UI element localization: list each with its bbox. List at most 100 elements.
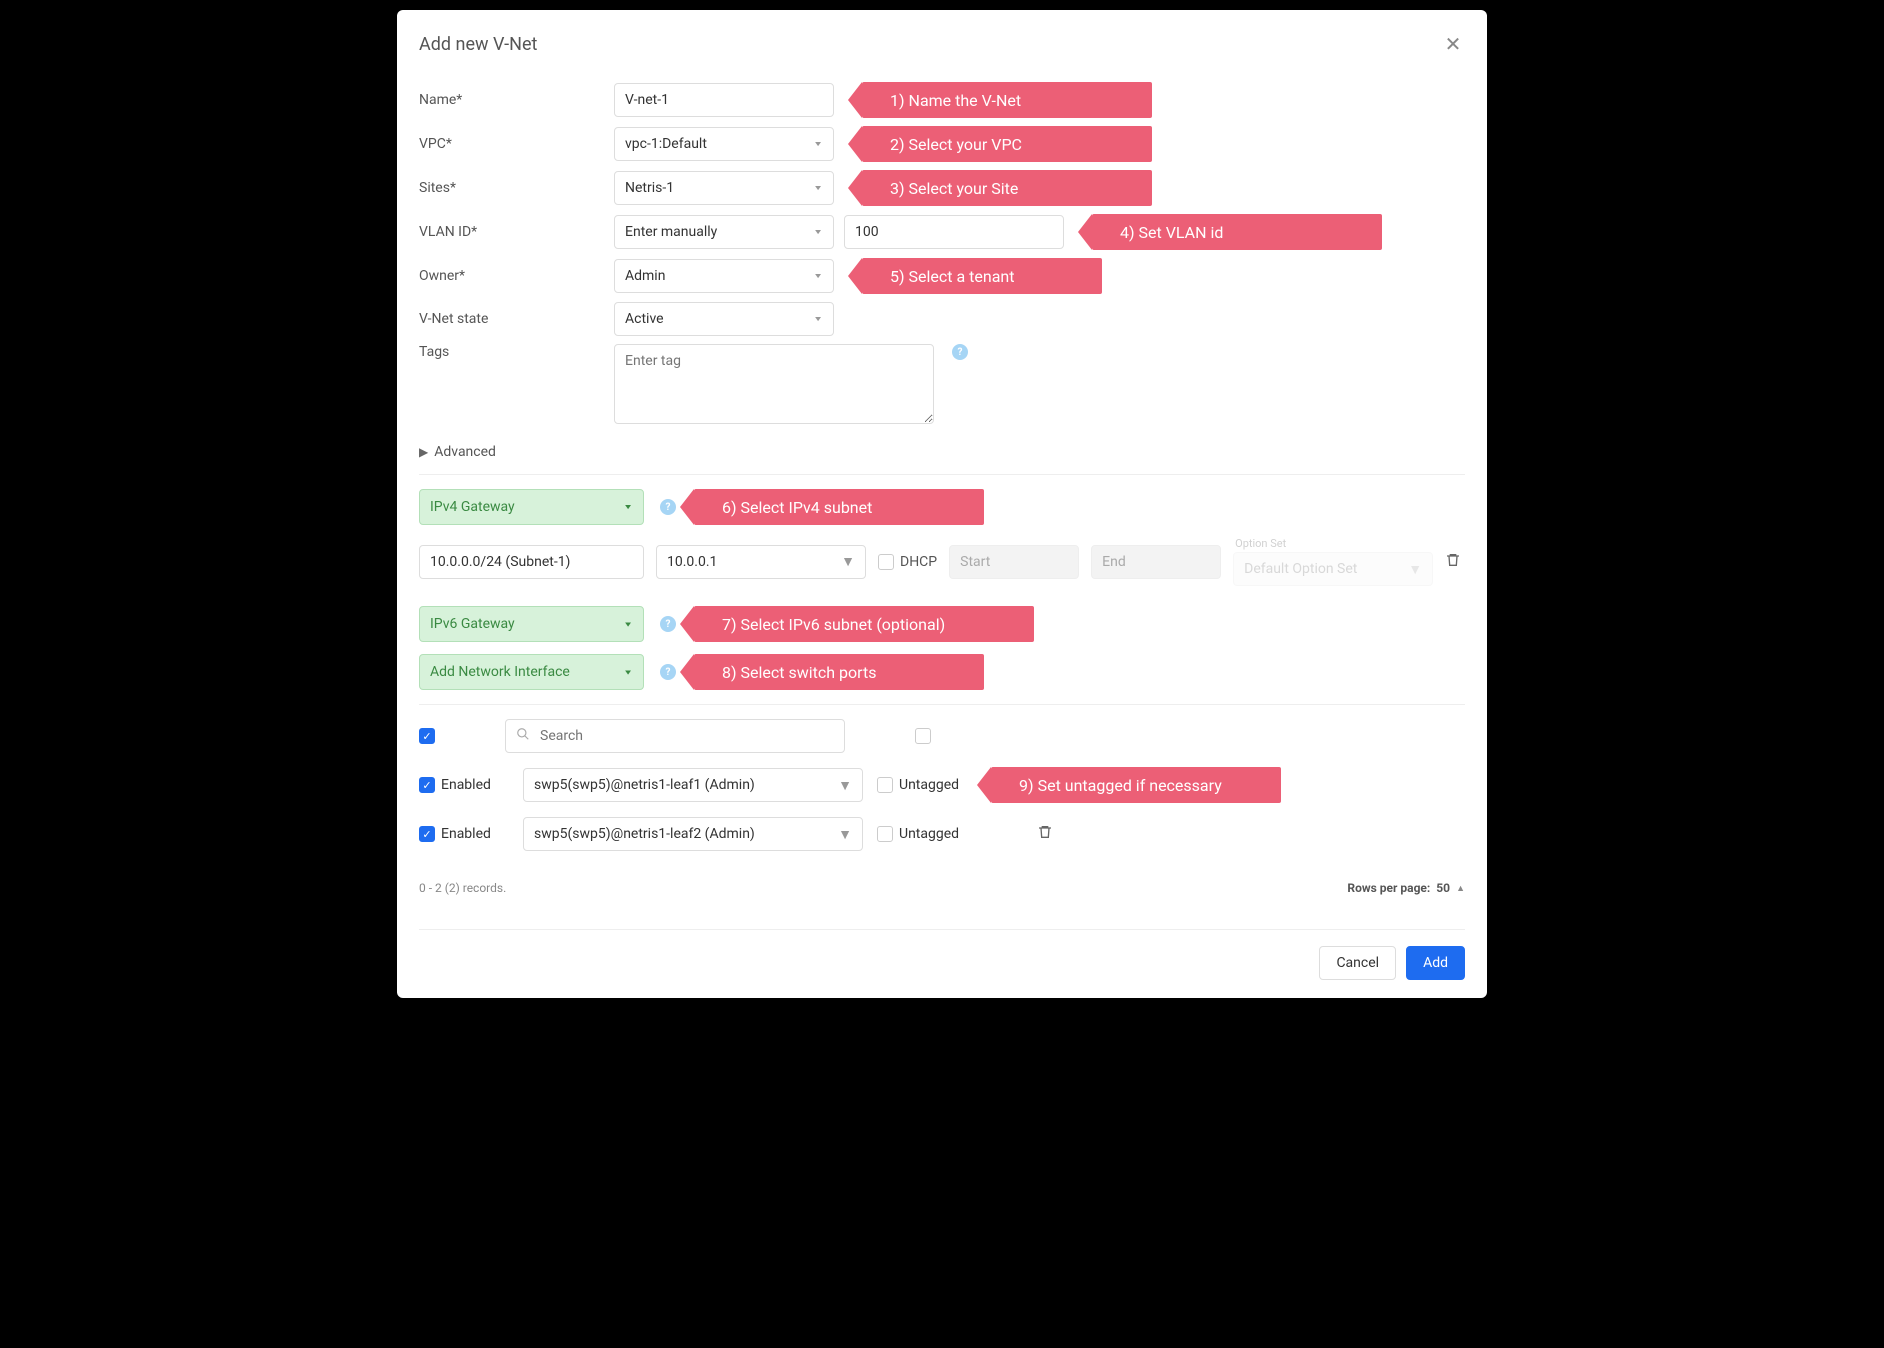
label-vpc: VPC* (419, 136, 604, 152)
dhcp-end-input: End (1091, 545, 1221, 579)
option-set-title: Option Set (1235, 537, 1433, 550)
option-set-value: Default Option Set (1244, 561, 1357, 577)
advanced-toggle[interactable]: ▶ Advanced (419, 444, 1465, 460)
owner-select[interactable]: Admin ▼ (614, 259, 834, 293)
ipv4-subnet-row: 10.0.0.0/24 (Subnet-1) 10.0.0.1 ▼ DHCP S… (419, 537, 1465, 586)
chevron-down-icon: ▼ (841, 553, 855, 570)
vlan-mode-select[interactable]: Enter manually ▼ (614, 215, 834, 249)
callout-1: 1) Name the V-Net (862, 82, 1152, 118)
label-name: Name* (419, 92, 604, 108)
trash-icon[interactable] (1037, 824, 1053, 844)
vlan-mode-value: Enter manually (625, 224, 717, 240)
ipv6-gateway-label: IPv6 Gateway (430, 616, 515, 632)
vpc-value: vpc-1:Default (625, 136, 707, 152)
sites-select[interactable]: Netris-1 ▼ (614, 171, 834, 205)
add-interface-label: Add Network Interface (430, 664, 570, 680)
ipv4-gateway-select[interactable]: IPv4 Gateway ▼ (419, 489, 644, 525)
label-tags: Tags (419, 344, 604, 360)
vpc-select[interactable]: vpc-1:Default ▼ (614, 127, 834, 161)
add-interface-select[interactable]: Add Network Interface ▼ (419, 654, 644, 690)
callout-7: 7) Select IPv6 subnet (optional) (694, 606, 1034, 642)
rows-per-page[interactable]: Rows per page: 50 ▲ (1347, 881, 1465, 895)
cancel-button[interactable]: Cancel (1319, 946, 1396, 980)
state-select[interactable]: Active ▼ (614, 302, 834, 336)
callout-5: 5) Select a tenant (862, 258, 1102, 294)
callout-4: 4) Set VLAN id (1092, 214, 1382, 250)
dhcp-checkbox[interactable] (878, 554, 894, 570)
dialog-footer: Cancel Add (419, 929, 1465, 980)
callout-6: 6) Select IPv4 subnet (694, 489, 984, 525)
chevron-down-icon: ▼ (1408, 561, 1422, 578)
chevron-down-icon: ▼ (813, 140, 823, 148)
enabled-checkbox[interactable]: ✓ (419, 826, 435, 842)
subnet-display[interactable]: 10.0.0.0/24 (Subnet-1) (419, 545, 644, 579)
chevron-down-icon: ▼ (838, 777, 852, 794)
untagged-checkbox[interactable] (877, 777, 893, 793)
option-set-block: Option Set Default Option Set ▼ (1233, 537, 1433, 586)
ipv6-gateway-row: IPv6 Gateway ▼ ? 7) Select IPv6 subnet (… (419, 606, 1465, 642)
label-owner: Owner* (419, 268, 604, 284)
callout-3: 3) Select your Site (862, 170, 1152, 206)
advanced-label: Advanced (434, 444, 496, 460)
interface-value: swp5(swp5)@netris1-leaf1 (Admin) (534, 777, 755, 793)
ipv4-gateway-label: IPv4 Gateway (430, 499, 515, 515)
row-name: Name* 1) Name the V-Net (419, 82, 1465, 118)
header-untagged-checkbox[interactable] (915, 728, 931, 744)
interface-select[interactable]: swp5(swp5)@netris1-leaf1 (Admin) ▼ (523, 768, 863, 802)
select-all-checkbox[interactable]: ✓ (419, 728, 435, 744)
help-icon[interactable]: ? (660, 499, 676, 515)
ipv4-gateway-row: IPv4 Gateway ▼ ? 6) Select IPv4 subnet (419, 489, 1465, 525)
chevron-down-icon: ▼ (813, 272, 823, 280)
row-sites: Sites* Netris-1 ▼ 3) Select your Site (419, 170, 1465, 206)
name-input[interactable] (614, 83, 834, 117)
chevron-down-icon: ▼ (623, 503, 633, 511)
chevron-down-icon: ▼ (838, 826, 852, 843)
callout-8: 8) Select switch ports (694, 654, 984, 690)
untagged-label: Untagged (899, 777, 959, 793)
search-input-wrap[interactable] (505, 719, 845, 753)
row-vlan: VLAN ID* Enter manually ▼ 4) Set VLAN id (419, 214, 1465, 250)
separator (419, 474, 1465, 475)
chevron-down-icon: ▼ (813, 228, 823, 236)
dialog-title: Add new V-Net (419, 34, 537, 55)
interface-select[interactable]: swp5(swp5)@netris1-leaf2 (Admin) ▼ (523, 817, 863, 851)
trash-icon[interactable] (1445, 552, 1461, 572)
close-icon[interactable]: ✕ (1441, 32, 1465, 56)
records-count: 0 - 2 (2) records. (419, 881, 506, 895)
separator (419, 704, 1465, 705)
chevron-down-icon: ▼ (623, 668, 633, 676)
help-icon[interactable]: ? (660, 616, 676, 632)
interface-row: ✓ Enabled swp5(swp5)@netris1-leaf2 (Admi… (419, 817, 1465, 851)
vlan-id-input[interactable] (844, 215, 1064, 249)
enabled-label: Enabled (441, 826, 491, 842)
untagged-label: Untagged (899, 826, 959, 842)
row-owner: Owner* Admin ▼ 5) Select a tenant (419, 258, 1465, 294)
interface-search-row: ✓ (419, 719, 1465, 753)
dialog-header: Add new V-Net ✕ (419, 32, 1465, 56)
tags-input[interactable] (614, 344, 934, 424)
subnet-value: 10.0.0.0/24 (Subnet-1) (430, 554, 570, 570)
enabled-checkbox[interactable]: ✓ (419, 777, 435, 793)
chevron-down-icon: ▼ (813, 315, 823, 323)
search-icon (516, 727, 530, 745)
dhcp-start-input: Start (949, 545, 1079, 579)
untagged-checkbox[interactable] (877, 826, 893, 842)
chevron-down-icon: ▼ (623, 620, 633, 628)
enabled-label: Enabled (441, 777, 491, 793)
help-icon[interactable]: ? (660, 664, 676, 680)
gateway-ip-value: 10.0.0.1 (667, 554, 717, 570)
triangle-up-icon: ▲ (1456, 883, 1465, 894)
interface-value: swp5(swp5)@netris1-leaf2 (Admin) (534, 826, 755, 842)
search-input[interactable] (538, 727, 834, 745)
label-state: V-Net state (419, 311, 604, 327)
help-icon[interactable]: ? (952, 344, 968, 360)
ipv6-gateway-select[interactable]: IPv6 Gateway ▼ (419, 606, 644, 642)
chevron-down-icon: ▼ (813, 184, 823, 192)
label-sites: Sites* (419, 180, 604, 196)
gateway-ip-select[interactable]: 10.0.0.1 ▼ (656, 545, 866, 579)
triangle-right-icon: ▶ (419, 445, 428, 459)
add-button[interactable]: Add (1406, 946, 1465, 980)
row-tags: Tags ? (419, 344, 1465, 424)
callout-9: 9) Set untagged if necessary (991, 767, 1281, 803)
owner-value: Admin (625, 268, 665, 284)
